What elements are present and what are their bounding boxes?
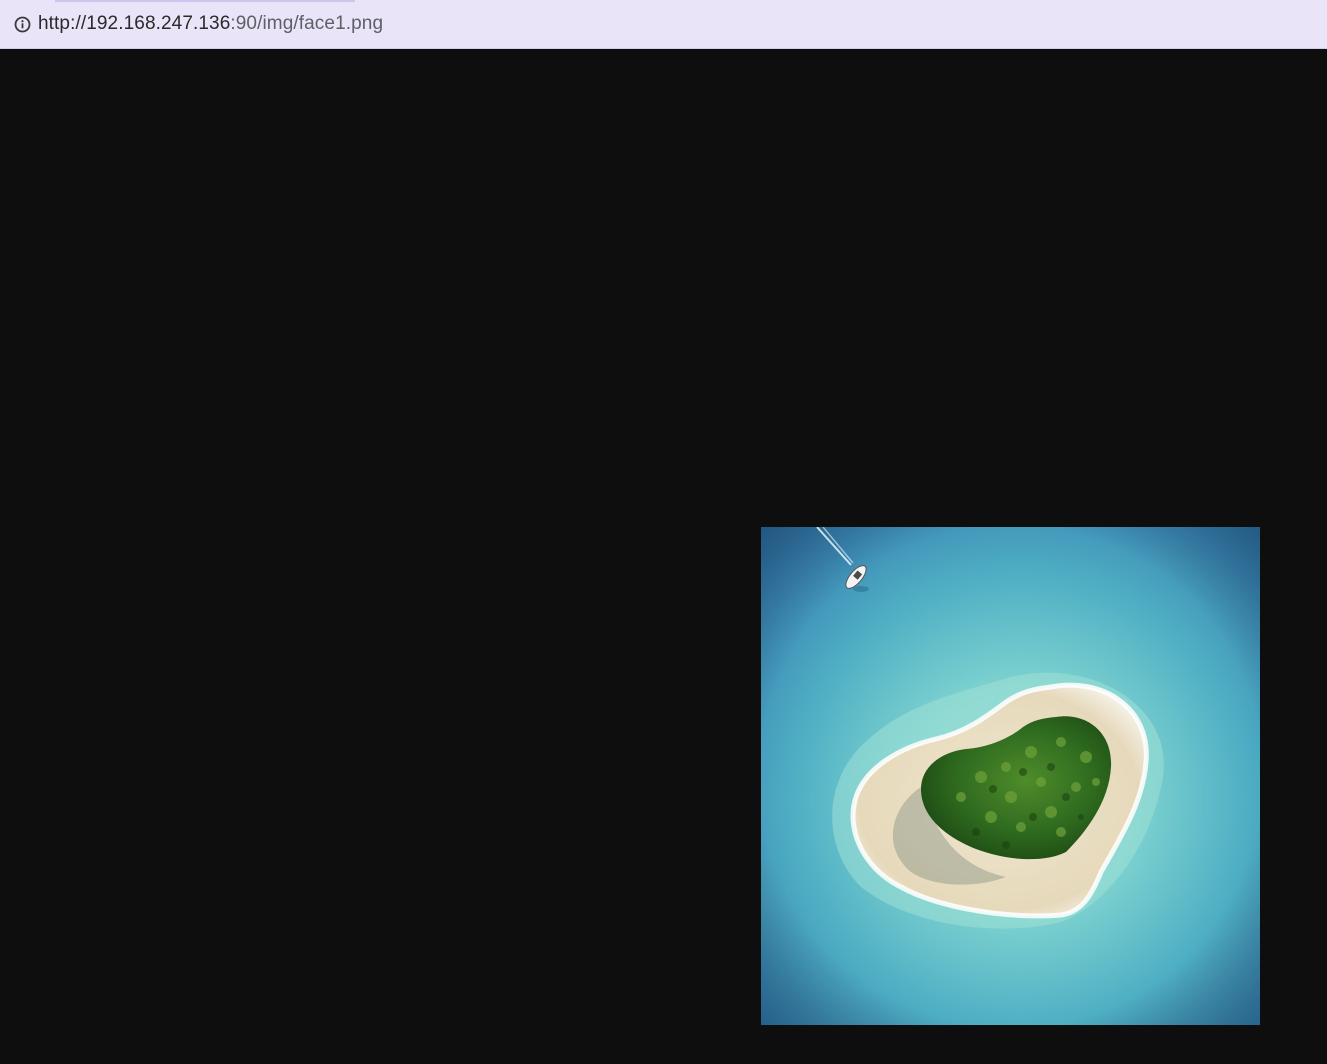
tab-indicator: [55, 0, 355, 2]
info-icon[interactable]: [14, 16, 31, 33]
heart-island-photo[interactable]: [761, 527, 1260, 1025]
url-host: http://192.168.247.136: [38, 13, 231, 34]
url-text[interactable]: http://192.168.247.136:90/img/face1.png: [38, 13, 383, 35]
address-bar[interactable]: http://192.168.247.136:90/img/face1.png: [0, 0, 1327, 49]
url-path: :90/img/face1.png: [230, 13, 384, 34]
